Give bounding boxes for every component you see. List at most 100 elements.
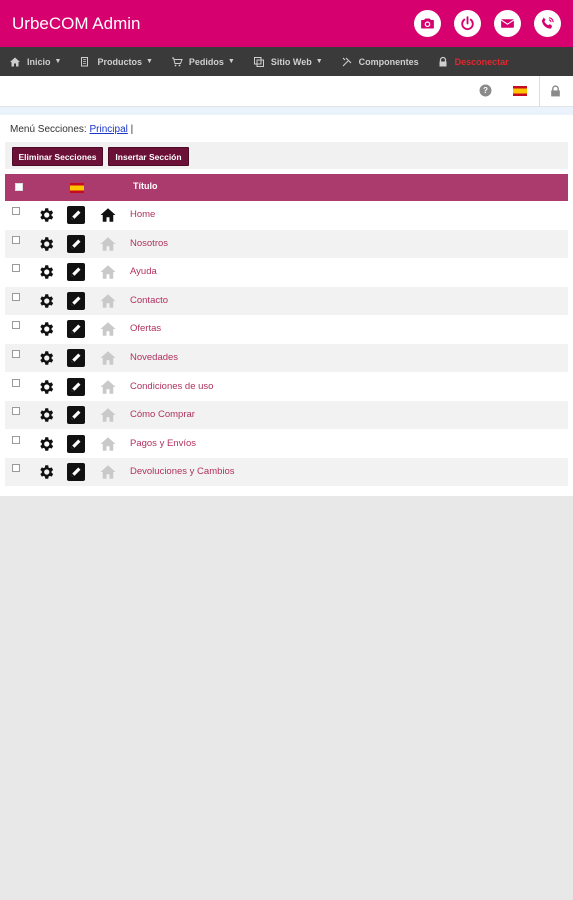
edit-icon[interactable] [67,291,85,310]
section-title-link[interactable]: Devoluciones y Cambios [130,466,235,477]
section-title-link[interactable]: Condiciones de uso [130,381,213,392]
svg-text:?: ? [483,86,488,95]
main-nav: Inicio ▼ Productos ▼ Pedidos ▼ Sitio Web ▼ C… [0,47,573,76]
settings-gear-icon[interactable] [37,406,55,424]
table-row: Contacto [5,286,568,315]
nav-sitio-web[interactable]: Sitio Web ▼ [253,56,323,68]
table-header: Título [5,174,568,201]
home-inactive-icon[interactable] [99,435,117,453]
edit-icon[interactable] [67,320,85,339]
edit-icon[interactable] [67,377,85,396]
table-row: Devoluciones y Cambios [5,458,568,487]
section-title-link[interactable]: Home [130,209,155,220]
lock-button[interactable] [549,84,562,98]
table-row: Pagos y Envíos [5,430,568,458]
help-icon: ? [479,84,492,97]
row-checkbox[interactable] [12,235,20,244]
caret-down-icon: ▼ [227,58,235,65]
action-bar: Eliminar Secciones Insertar Sección [5,142,568,169]
home-inactive-icon[interactable] [99,320,117,338]
top-toolbar: ? [0,76,573,107]
nav-pedidos[interactable]: Pedidos ▼ [171,56,235,68]
edit-icon[interactable] [67,263,85,282]
edit-icon[interactable] [67,406,85,425]
section-title-link[interactable]: Pagos y Envíos [130,438,196,449]
nav-pedidos-label: Pedidos [188,56,224,67]
breadcrumb: Menú Secciones: Principal | [10,124,133,135]
phone-icon [541,17,554,29]
table-row: Ayuda [5,258,568,286]
insert-section-button[interactable]: Insertar Sección [108,147,189,166]
toolbar-divider [539,76,540,107]
settings-gear-icon[interactable] [37,378,55,396]
breadcrumb-link[interactable]: Principal [90,124,128,135]
table-row: Condiciones de uso [5,373,568,401]
row-checkbox[interactable] [12,264,20,273]
spain-flag-icon [70,183,84,193]
row-checkbox[interactable] [12,407,20,416]
home-inactive-icon[interactable] [99,349,117,367]
section-title-link[interactable]: Ofertas [130,323,161,334]
sections-panel: Menú Secciones: Principal | Eliminar Sec… [0,115,573,496]
row-checkbox[interactable] [12,292,20,301]
section-title-link[interactable]: Ayuda [130,266,157,277]
settings-gear-icon[interactable] [37,206,55,224]
spain-flag-icon [513,86,527,96]
table-row: Novedades [5,344,568,372]
toolbar-strip [0,107,573,115]
section-title-link[interactable]: Contacto [130,295,168,306]
home-inactive-icon[interactable] [99,463,117,481]
settings-gear-icon[interactable] [37,263,55,281]
caret-down-icon: ▼ [315,58,323,65]
language-button[interactable] [513,86,527,96]
caret-down-icon: ▼ [54,58,62,65]
nav-inicio[interactable]: Inicio ▼ [9,56,61,68]
row-checkbox[interactable] [12,378,20,387]
nav-componentes[interactable]: Componentes [341,56,419,68]
column-title: Título [133,181,158,191]
mail-button[interactable] [494,10,521,37]
book-icon [81,56,89,66]
row-checkbox[interactable] [12,464,20,473]
settings-gear-icon[interactable] [37,349,55,367]
section-title-link[interactable]: Cómo Comprar [130,409,195,420]
phone-button[interactable] [534,10,561,37]
nav-sitio-web-label: Sitio Web [270,56,312,67]
section-title-link[interactable]: Nosotros [130,238,168,249]
table-row: Cómo Comprar [5,401,568,430]
section-title-link[interactable]: Novedades [130,352,178,363]
edit-icon[interactable] [67,206,85,224]
settings-gear-icon[interactable] [37,463,55,481]
mail-icon [500,19,515,28]
home-icon [10,57,20,66]
camera-button[interactable] [414,10,441,37]
home-inactive-icon[interactable] [99,292,117,310]
settings-gear-icon[interactable] [37,435,55,453]
edit-icon[interactable] [67,234,85,253]
home-inactive-icon[interactable] [99,263,117,281]
nav-componentes-label: Componentes [358,56,419,67]
app-title: UrbeCOM Admin [12,13,141,33]
home-inactive-icon[interactable] [99,235,117,253]
nav-productos[interactable]: Productos ▼ [79,56,153,68]
home-inactive-icon[interactable] [99,406,117,424]
row-checkbox[interactable] [12,435,20,444]
home-inactive-icon[interactable] [99,378,117,396]
nav-desconectar[interactable]: Desconectar [437,56,509,68]
power-button[interactable] [454,10,481,37]
edit-icon[interactable] [67,434,85,453]
tools-icon [342,57,352,66]
row-checkbox[interactable] [12,350,20,358]
row-checkbox[interactable] [12,207,20,215]
help-button[interactable]: ? [479,84,492,97]
row-checkbox[interactable] [12,321,20,330]
settings-gear-icon[interactable] [37,320,55,338]
home-active-icon[interactable] [99,206,117,224]
settings-gear-icon[interactable] [37,292,55,310]
breadcrumb-prefix: Menú Secciones: [10,124,87,135]
select-all-checkbox[interactable] [15,183,23,191]
edit-icon[interactable] [67,463,85,482]
edit-icon[interactable] [67,349,85,367]
settings-gear-icon[interactable] [37,235,55,253]
delete-sections-button[interactable]: Eliminar Secciones [12,147,103,166]
